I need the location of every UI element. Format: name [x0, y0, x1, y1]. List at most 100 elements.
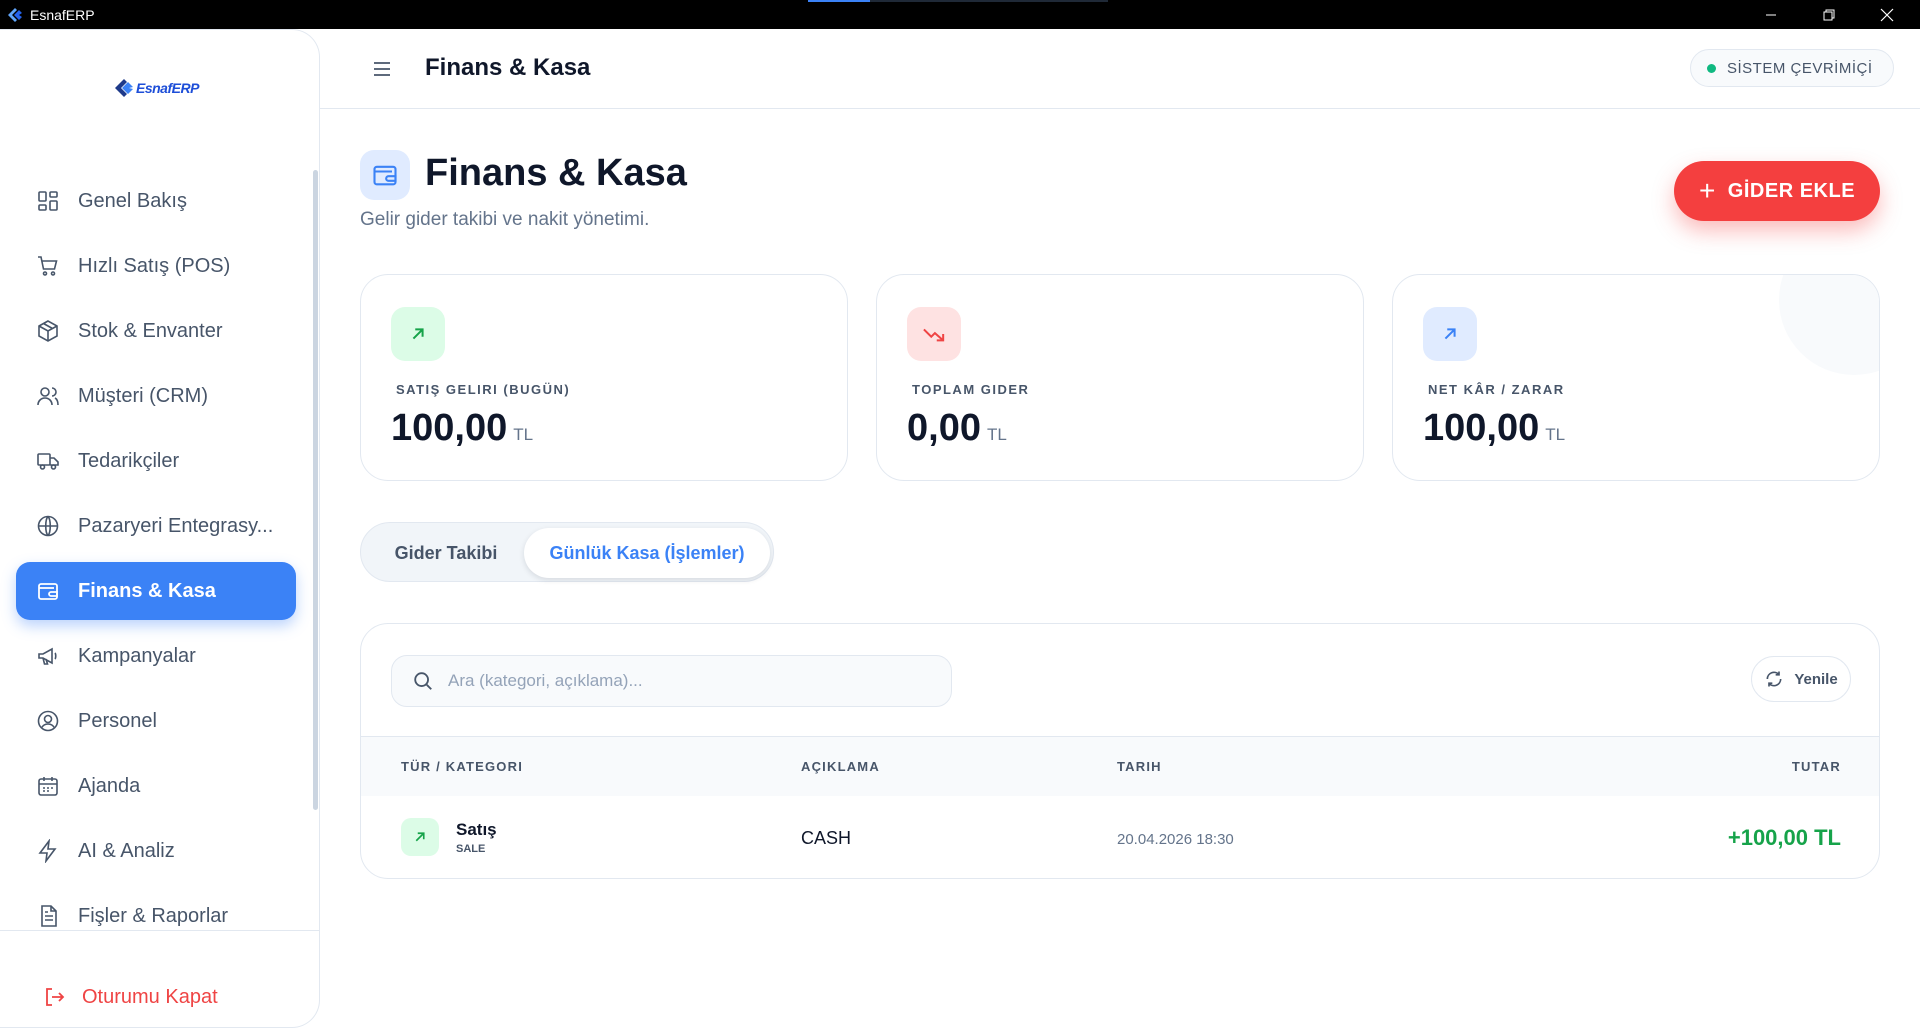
sidebar-item-hizli-satis[interactable]: Hızlı Satış (POS): [16, 237, 296, 295]
sidebar-item-ajanda[interactable]: Ajanda: [16, 757, 296, 815]
sidebar-scrollbar[interactable]: [313, 170, 318, 810]
logo[interactable]: EsnafERP: [114, 78, 199, 98]
row-category: Satış: [456, 820, 497, 839]
sidebar-item-label: Hızlı Satış (POS): [78, 254, 231, 277]
logout-button[interactable]: Oturumu Kapat: [42, 985, 218, 1009]
add-expense-button[interactable]: + GİDER EKLE: [1674, 161, 1880, 221]
window-title: EsnafERP: [30, 6, 95, 23]
stat-value: 100,00 TL: [1423, 407, 1565, 450]
user-circle-icon: [37, 710, 59, 732]
stat-currency: TL: [513, 425, 534, 444]
title-bar: EsnafERP: [0, 0, 1920, 29]
stat-currency: TL: [986, 425, 1007, 444]
stat-card-total-expense: TOPLAM GIDER 0,00 TL: [876, 274, 1364, 481]
sidebar-item-label: Ajanda: [78, 774, 141, 797]
drag-indicator: [808, 0, 1108, 2]
stat-amount: 0,00: [907, 407, 981, 449]
column-header-amount[interactable]: TUTAR: [1792, 759, 1841, 774]
stat-card-sales-income: SATIŞ GELIRI (BUGÜN) 100,00 TL: [360, 274, 848, 481]
minimize-button[interactable]: [1742, 0, 1800, 29]
sidebar-item-label: Stok & Envanter: [78, 319, 223, 342]
wallet-icon: [38, 583, 58, 600]
sidebar-item-label: Kampanyalar: [78, 644, 196, 667]
row-type: SALE: [456, 843, 486, 855]
search-box[interactable]: [391, 655, 952, 707]
truck-icon: [37, 453, 59, 470]
plus-icon: +: [1698, 175, 1716, 206]
table-header: TÜR / KATEGORI AÇIKLAMA TARIH TUTAR: [361, 736, 1879, 796]
row-amount: +100,00 TL: [1727, 825, 1841, 850]
tab-gider-takibi[interactable]: Gider Takibi: [366, 528, 526, 578]
column-header-date[interactable]: TARIH: [1117, 759, 1162, 774]
sidebar-item-label: AI & Analiz: [78, 839, 175, 862]
column-header-category[interactable]: TÜR / KATEGORI: [401, 759, 523, 774]
stat-label: NET KÂR / ZARAR: [1428, 382, 1565, 397]
row-date: 20.04.2026 18:30: [1117, 831, 1234, 848]
lightning-icon: [38, 839, 57, 863]
status-label: SİSTEM ÇEVRİMİÇİ: [1727, 59, 1873, 77]
stat-amount: 100,00: [391, 407, 508, 449]
column-header-description[interactable]: AÇIKLAMA: [801, 759, 880, 774]
stat-value: 100,00 TL: [391, 407, 533, 450]
sidebar: EsnafERP Genel Bakış Hızlı Satış (POS) S…: [0, 29, 320, 1028]
users-icon: [37, 387, 59, 406]
logo-icon: [115, 79, 133, 97]
sidebar-item-kampanyalar[interactable]: Kampanyalar: [16, 627, 296, 685]
document-icon: [41, 905, 57, 927]
finance-tabs: Gider Takibi Günlük Kasa (İşlemler): [360, 522, 774, 582]
stat-label: SATIŞ GELIRI (BUGÜN): [396, 382, 571, 397]
close-icon: [1880, 8, 1894, 21]
stat-currency: TL: [1545, 425, 1566, 444]
logout-icon: [46, 988, 65, 1006]
row-description: CASH: [801, 828, 852, 848]
header-title: Finans & Kasa: [425, 54, 591, 81]
dashboard-icon: [38, 191, 58, 211]
close-window-button[interactable]: [1858, 0, 1916, 29]
megaphone-icon: [38, 647, 57, 665]
stat-label: TOPLAM GIDER: [912, 382, 1030, 397]
sidebar-item-fisler[interactable]: Fişler & Raporlar: [16, 887, 296, 945]
sidebar-item-finans[interactable]: Finans & Kasa: [16, 562, 296, 620]
sidebar-item-label: Genel Bakış: [78, 189, 187, 212]
globe-icon: [37, 515, 59, 537]
top-header: Finans & Kasa SİSTEM ÇEVRİMİÇİ: [320, 29, 1920, 109]
sidebar-item-pazaryeri[interactable]: Pazaryeri Entegrasy...: [16, 497, 296, 555]
online-dot-icon: [1707, 64, 1716, 73]
search-input[interactable]: [448, 671, 928, 691]
stat-value: 0,00 TL: [907, 407, 1007, 450]
sidebar-item-label: Finans & Kasa: [78, 579, 216, 602]
sidebar-item-musteri[interactable]: Müşteri (CRM): [16, 367, 296, 425]
sidebar-item-tedarikciler[interactable]: Tedarikçiler: [16, 432, 296, 490]
page-wallet-icon: [360, 150, 410, 200]
hamburger-menu-icon[interactable]: [370, 57, 394, 81]
sidebar-divider: [0, 930, 320, 931]
cart-icon: [38, 256, 58, 276]
page-title: Finans & Kasa: [425, 152, 687, 194]
stat-amount: 100,00: [1423, 407, 1540, 449]
table-row[interactable]: Satış SALE CASH 20.04.2026 18:30 +100,00…: [361, 796, 1879, 878]
sidebar-item-label: Müşteri (CRM): [78, 384, 208, 407]
logout-label: Oturumu Kapat: [82, 985, 218, 1008]
sidebar-item-stok[interactable]: Stok & Envanter: [16, 302, 296, 360]
restore-icon: [1823, 9, 1835, 20]
package-icon: [38, 320, 58, 342]
arrow-up-right-icon: [391, 307, 445, 361]
sidebar-item-genel-bakis[interactable]: Genel Bakış: [16, 172, 296, 230]
tab-gunluk-kasa[interactable]: Günlük Kasa (İşlemler): [524, 528, 770, 578]
refresh-label: Yenile: [1794, 670, 1838, 688]
sidebar-item-label: Fişler & Raporlar: [78, 904, 229, 927]
app-icon: [8, 7, 22, 22]
sidebar-item-ai-analiz[interactable]: AI & Analiz: [16, 822, 296, 880]
trend-down-icon: [907, 307, 961, 361]
sidebar-item-label: Personel: [78, 709, 157, 732]
transactions-panel: Yenile TÜR / KATEGORI AÇIKLAMA TARIH TUT…: [360, 623, 1880, 879]
add-expense-label: GİDER EKLE: [1727, 179, 1856, 202]
sidebar-item-personel[interactable]: Personel: [16, 692, 296, 750]
arrow-up-right-icon: [1423, 307, 1477, 361]
search-icon: [414, 672, 432, 690]
refresh-button[interactable]: Yenile: [1751, 656, 1851, 702]
restore-button[interactable]: [1800, 0, 1858, 29]
sidebar-nav: Genel Bakış Hızlı Satış (POS) Stok & Env…: [16, 172, 296, 952]
minimize-icon: [1766, 14, 1776, 15]
refresh-icon: [1766, 671, 1782, 687]
